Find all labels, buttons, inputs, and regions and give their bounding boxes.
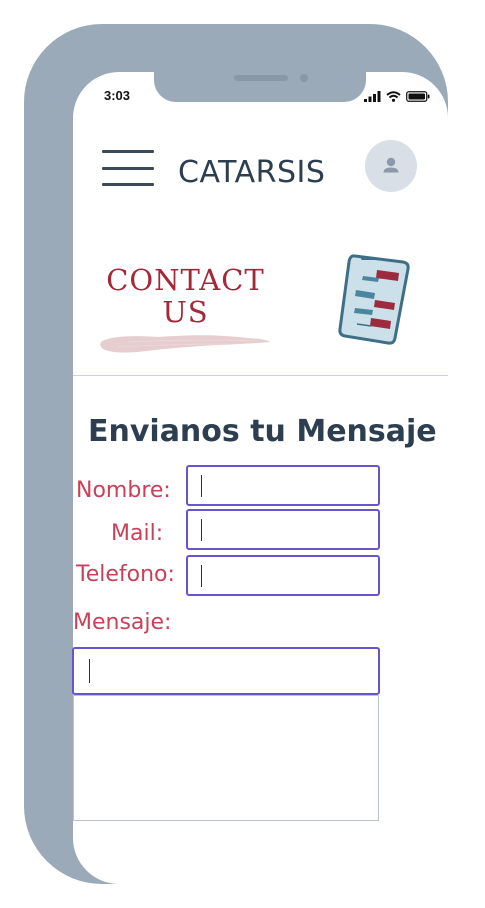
contact-title-line1: CONTACT	[106, 263, 265, 297]
hamburger-menu-icon[interactable]	[102, 150, 154, 186]
name-label: Nombre:	[76, 478, 171, 503]
user-icon	[383, 157, 399, 173]
name-field[interactable]	[186, 465, 380, 506]
brush-stroke-icon	[100, 335, 270, 353]
status-icons	[364, 90, 430, 102]
text-caret	[201, 519, 202, 541]
chat-phone-icon	[338, 254, 410, 345]
message-label: Mensaje:	[73, 610, 172, 635]
avatar[interactable]	[365, 140, 417, 192]
mail-label: Mail:	[111, 521, 164, 546]
app-header: CATARSIS	[73, 138, 448, 222]
contact-title: CONTACT US	[103, 264, 268, 328]
mail-field[interactable]	[186, 509, 380, 550]
front-camera	[300, 74, 308, 82]
phone-notch	[154, 72, 366, 102]
signal-icon	[364, 90, 381, 102]
message-field[interactable]	[72, 647, 380, 695]
text-caret	[89, 659, 90, 683]
form-title: Envianos tu Mensaje	[88, 414, 437, 449]
text-caret	[201, 475, 202, 497]
speaker-grille	[234, 75, 288, 81]
brand-title: CATARSIS	[178, 155, 326, 190]
phone-label: Telefono:	[76, 562, 175, 587]
status-time: 3:03	[104, 88, 131, 103]
message-textarea-body[interactable]	[73, 695, 379, 821]
contact-banner: CONTACT US	[73, 222, 448, 376]
wifi-icon	[386, 90, 401, 102]
contact-title-line2: US	[162, 295, 209, 329]
battery-icon	[406, 90, 430, 102]
phone-field[interactable]	[186, 555, 380, 596]
text-caret	[201, 565, 202, 587]
